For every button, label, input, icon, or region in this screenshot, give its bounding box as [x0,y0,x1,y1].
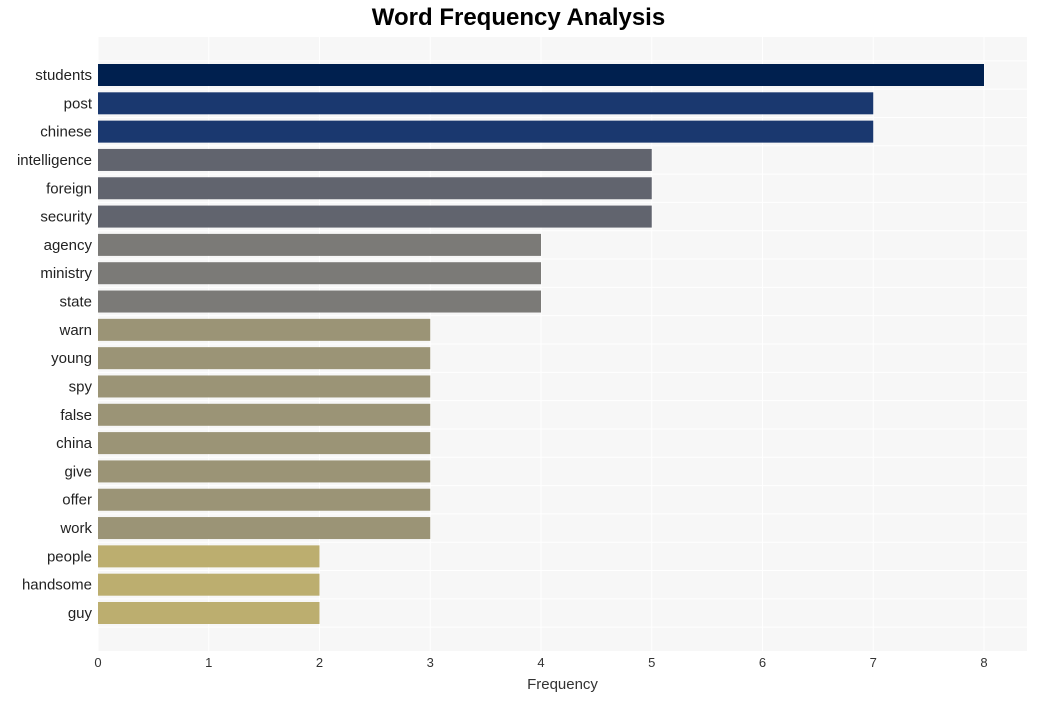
bar-ministry [98,262,541,285]
bar-security [98,205,652,228]
x-tick-label: 4 [537,655,544,670]
x-tick-label: 3 [427,655,434,670]
x-axis-ticks: 0 1 2 3 4 5 6 7 8 [94,655,987,670]
bar-warn [98,318,431,341]
y-label-handsome: handsome [22,577,92,594]
bar-people [98,545,320,568]
y-label-false: false [60,407,92,424]
bar-spy [98,375,431,398]
y-label-give: give [64,463,92,480]
y-label-agency: agency [44,237,93,254]
bar-agency [98,233,541,256]
x-tick-label: 8 [980,655,987,670]
bar-chart: students post chinese intelligence foreign se… [17,37,1027,693]
bar-intelligence [98,148,652,171]
x-tick-label: 0 [94,655,101,670]
bar-work [98,517,431,540]
bar-young [98,347,431,370]
bar-china [98,432,431,455]
y-label-offer: offer [62,492,92,509]
bar-give [98,460,431,483]
y-label-young: young [51,350,92,367]
y-label-people: people [47,548,92,565]
y-axis-labels: students post chinese intelligence foreign se… [17,67,93,622]
y-label-china: china [56,435,93,452]
bar-post [98,92,874,115]
y-label-security: security [40,209,92,226]
y-label-intelligence: intelligence [17,152,92,169]
y-label-ministry: ministry [40,265,92,282]
y-label-students: students [35,67,92,84]
bar-state [98,290,541,313]
bar-chinese [98,120,874,143]
y-label-work: work [59,520,92,537]
bar-handsome [98,573,320,596]
x-tick-label: 1 [205,655,212,670]
bar-false [98,403,431,426]
x-tick-label: 6 [759,655,766,670]
bar-students [98,64,984,86]
bar-guy [98,602,320,624]
y-label-warn: warn [58,322,92,339]
x-tick-label: 2 [316,655,323,670]
y-label-guy: guy [68,605,93,622]
x-axis-title: Frequency [527,676,598,693]
y-label-spy: spy [69,378,93,395]
y-label-foreign: foreign [46,180,92,197]
y-label-post: post [64,95,93,112]
x-tick-label: 7 [870,655,877,670]
x-tick-label: 5 [648,655,655,670]
y-label-chinese: chinese [40,124,92,141]
bar-foreign [98,177,652,200]
y-label-state: state [59,294,92,311]
bar-offer [98,488,431,511]
